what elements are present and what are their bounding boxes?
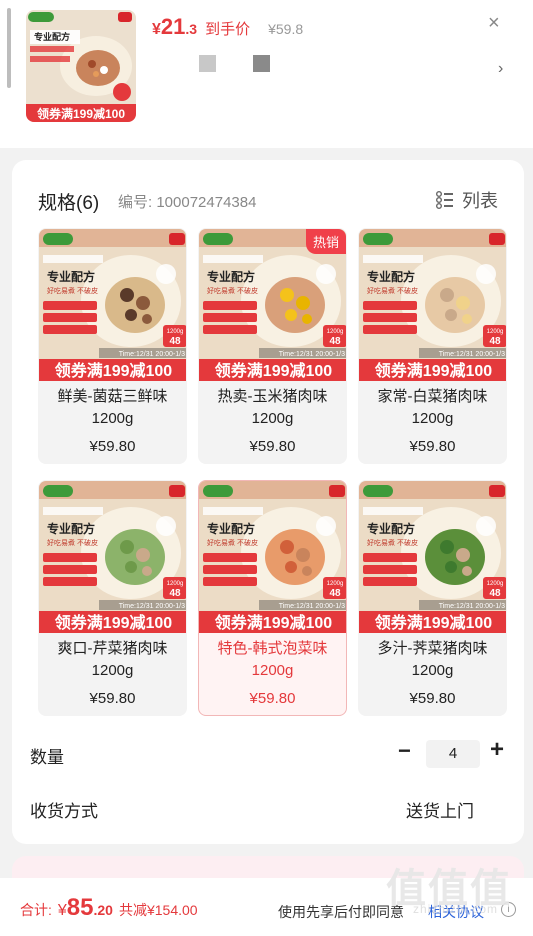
spec-option[interactable]: 专业配方好吃易煮 不破皮 1200g 48 Time:12/31 20:00-1/3 领… — [38, 480, 187, 716]
spec-price: ¥59.80 — [249, 438, 296, 455]
svg-text:专业配方: 专业配方 — [207, 521, 255, 536]
spec-price: ¥59.80 — [249, 690, 296, 707]
svg-text:好吃易煮 不破皮: 好吃易煮 不破皮 — [47, 286, 98, 295]
svg-text:专业配方: 专业配方 — [47, 521, 95, 536]
svg-text:好吃易煮 不破皮: 好吃易煮 不破皮 — [207, 286, 258, 295]
spec-name: 热卖-玉米猪肉味1200g — [217, 388, 328, 427]
product-summary-card: 专业配方 领券满199减100 ¥ 21 .3 到手价 ¥59.8 × › — [0, 0, 533, 148]
hot-sale-badge: 热销 — [305, 229, 346, 254]
spec-title: 规格(6) — [38, 193, 100, 214]
spec-option[interactable]: 专业配方好吃易煮 不破皮 1200g 48 Time:12/31 20:00-1/3 领… — [358, 480, 507, 716]
svg-text:Time:12/31 20:00-1/3: Time:12/31 20:00-1/3 — [439, 351, 505, 358]
svg-text:Time:12/31 20:00-1/3: Time:12/31 20:00-1/3 — [119, 603, 185, 610]
svg-text:领券满199减100: 领券满199减100 — [215, 361, 332, 380]
price-decimal: .3 — [185, 21, 198, 37]
svg-text:好吃易煮 不破皮: 好吃易煮 不破皮 — [367, 538, 418, 547]
quantity-input[interactable]: 4 — [426, 740, 480, 768]
total-saving: 共减¥154.00 — [118, 902, 198, 918]
svg-text:领券满199减100: 领券满199减100 — [55, 613, 172, 632]
spec-option[interactable]: 专业配方好吃易煮 不破皮 1200g 48 Time:12/31 20:00-1/3 领… — [38, 228, 187, 464]
svg-text:48: 48 — [329, 588, 341, 599]
svg-text:专业配方: 专业配方 — [367, 521, 415, 536]
svg-text:领券满199减100: 领券满199减100 — [215, 613, 332, 632]
svg-text:好吃易煮 不破皮: 好吃易煮 不破皮 — [367, 286, 418, 295]
spec-name: 特色-韩式泡菜味1200g — [217, 640, 328, 679]
spec-option-selected[interactable]: 专业配方好吃易煮 不破皮 1200g 48 Time:12/31 20:00-1/3 领… — [198, 480, 347, 716]
svg-text:48: 48 — [169, 588, 181, 599]
total-label: 合计: — [20, 902, 52, 918]
svg-text:48: 48 — [329, 336, 341, 347]
svg-text:Time:12/31 20:00-1/3: Time:12/31 20:00-1/3 — [279, 351, 345, 358]
placeholder-block — [253, 55, 270, 72]
close-icon[interactable]: × — [488, 12, 500, 35]
shipping-method-label: 收货方式 — [30, 802, 98, 821]
svg-text:Time:12/31 20:00-1/3: Time:12/31 20:00-1/3 — [439, 603, 505, 610]
total-currency: ¥ — [57, 902, 67, 919]
svg-text:48: 48 — [489, 588, 501, 599]
original-price: ¥59.8 — [268, 21, 304, 37]
svg-text:Time:12/31 20:00-1/3: Time:12/31 20:00-1/3 — [279, 603, 345, 610]
spec-option[interactable]: 热销 专业配方好吃易煮 不破皮 1200g 48 Time:12/31 20:00-1… — [198, 228, 347, 464]
quantity-label: 数量 — [30, 748, 64, 767]
svg-text:领券满199减100: 领券满199减100 — [55, 361, 172, 380]
product-thumbnail: 专业配方 领券满199减100 — [26, 10, 136, 122]
final-price-label: 到手价 — [205, 21, 251, 38]
svg-text:好吃易煮 不破皮: 好吃易煮 不破皮 — [207, 538, 258, 547]
svg-text:专业配方: 专业配方 — [47, 269, 95, 284]
chevron-right-icon[interactable]: › — [498, 60, 503, 78]
spec-name: 爽口-芹菜猪肉味1200g — [57, 640, 168, 679]
svg-text:1200g: 1200g — [487, 581, 504, 587]
thumb-pro-label: 专业配方 — [34, 31, 70, 42]
svg-text:1200g: 1200g — [167, 581, 184, 587]
spec-name: 多汁-荠菜猪肉味1200g — [377, 640, 488, 679]
svg-text:领券满199减100: 领券满199减100 — [375, 613, 492, 632]
spec-image: 专业配方好吃易煮 不破皮 1200g 48 Time:12/31 20:00-1/3 领… — [39, 481, 186, 633]
placeholder-block — [199, 55, 216, 72]
thumb-promo-text: 领券满199减100 — [37, 106, 125, 121]
spec-image: 专业配方好吃易煮 不破皮 1200g 48 Time:12/31 20:00-1/3 领… — [359, 229, 506, 381]
price-currency: ¥ — [152, 21, 161, 38]
product-number: 编号: 100072474384 — [118, 194, 257, 211]
spec-price: ¥59.80 — [409, 438, 456, 455]
quantity-increase-button[interactable]: + — [490, 736, 504, 764]
svg-text:1200g: 1200g — [327, 329, 344, 335]
spec-image: 专业配方好吃易煮 不破皮 1200g 48 Time:12/31 20:00-1/3 领… — [359, 481, 506, 633]
svg-text:1200g: 1200g — [327, 581, 344, 587]
total-price: 合计: ¥ 85 .20 共减¥154.00 — [20, 894, 198, 922]
svg-text:专业配方: 专业配方 — [367, 269, 415, 284]
list-view-label: 列表 — [462, 191, 498, 211]
price-integer: 21 — [160, 14, 186, 39]
svg-text:好吃易煮 不破皮: 好吃易煮 不破皮 — [47, 538, 98, 547]
list-view-toggle[interactable]: 列表 — [436, 187, 498, 213]
svg-text:1200g: 1200g — [167, 329, 184, 335]
quantity-decrease-button[interactable]: − — [398, 738, 411, 764]
spec-name: 鲜美-菌菇三鲜味1200g — [57, 388, 168, 427]
total-decimal: .20 — [93, 902, 113, 918]
scroll-indicator — [7, 8, 11, 88]
spec-option[interactable]: 专业配方好吃易煮 不破皮 1200g 48 Time:12/31 20:00-1/3 领… — [358, 228, 507, 464]
shipping-method-value[interactable]: 送货上门 — [406, 797, 474, 822]
list-icon — [436, 191, 454, 209]
svg-text:48: 48 — [489, 336, 501, 347]
svg-text:48: 48 — [169, 336, 181, 347]
total-integer: 85 — [66, 894, 94, 921]
watermark-url: zhizhizhi.com — [413, 902, 499, 916]
spec-price: ¥59.80 — [409, 690, 456, 707]
price-row: ¥ 21 .3 到手价 ¥59.8 — [152, 14, 303, 40]
svg-text:领券满199减100: 领券满199减100 — [375, 361, 492, 380]
svg-text:Time:12/31 20:00-1/3: Time:12/31 20:00-1/3 — [119, 351, 185, 358]
svg-text:1200g: 1200g — [487, 329, 504, 335]
spec-image: 专业配方好吃易煮 不破皮 1200g 48 Time:12/31 20:00-1/3 领… — [39, 229, 186, 381]
spec-selector-card: 规格(6) 编号: 100072474384 列表 专业配方 好吃易煮 不破皮 12… — [12, 160, 524, 844]
svg-text:专业配方: 专业配方 — [207, 269, 255, 284]
spec-price: ¥59.80 — [89, 438, 136, 455]
spec-price: ¥59.80 — [89, 690, 136, 707]
spec-name: 家常-白菜猪肉味1200g — [377, 388, 488, 427]
spec-image: 专业配方好吃易煮 不破皮 1200g 48 Time:12/31 20:00-1/3 领… — [199, 481, 346, 633]
